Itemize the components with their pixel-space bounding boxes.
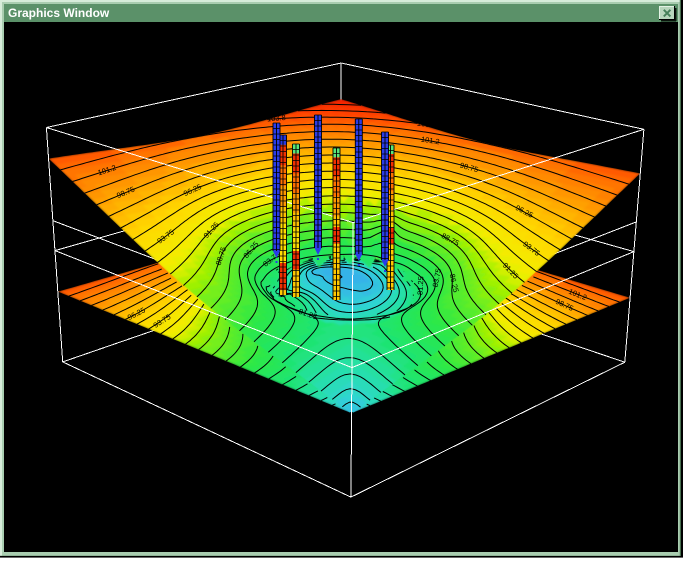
svg-text:103.8: 103.8 [267, 113, 286, 124]
svg-text:81.25: 81.25 [416, 276, 426, 295]
svg-text:Graphics Window: Graphics Window [8, 6, 110, 20]
